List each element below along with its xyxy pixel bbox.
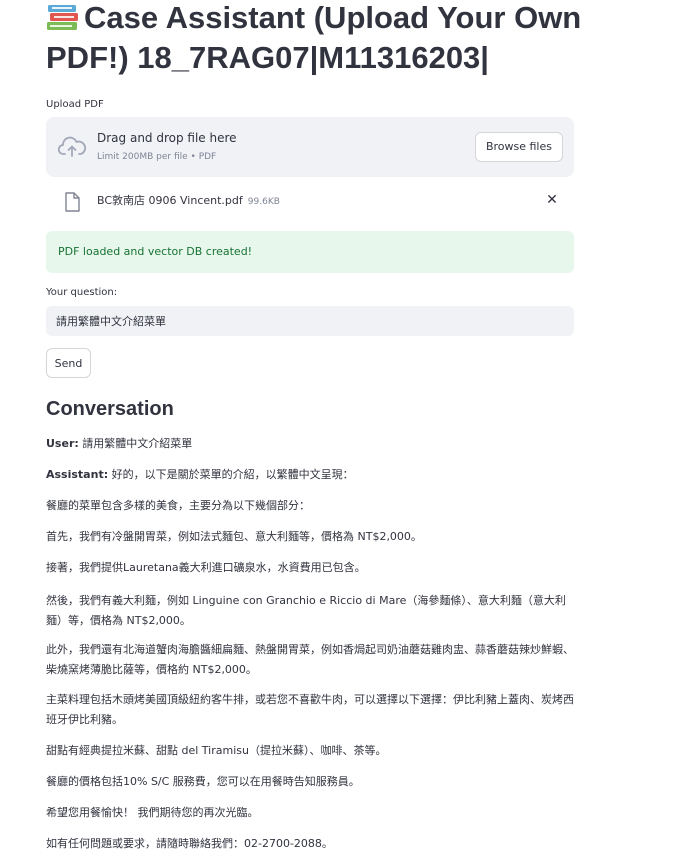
assistant-paragraph: 餐廳的菜單包含多樣的美食，主要分為以下幾個部分： — [46, 499, 310, 512]
assistant-paragraph: 然後，我們有義大利麵，例如 Linguine con Granchio e Ri… — [46, 594, 566, 627]
question-input[interactable] — [46, 306, 574, 336]
upload-label: Upload PDF — [46, 99, 104, 110]
assistant-message-text: 好的，以下是關於菜單的介紹，以繁體中文呈現： — [108, 468, 354, 481]
send-button[interactable]: Send — [46, 348, 91, 378]
user-message-text: 請用繁體中文介紹菜單 — [78, 437, 193, 450]
file-size: 99.6KB — [247, 197, 280, 207]
assistant-paragraph: 希望您用餐愉快！ 我們期待您的再次光臨。 — [46, 806, 259, 819]
cloud-upload-icon — [57, 135, 87, 159]
file-name-text: BC敦南店 0906 Vincent.pdf — [97, 194, 243, 207]
question-label: Your question: — [46, 287, 118, 298]
assistant-paragraph: 此外，我們還有北海道蟹肉海膽醬細扁麵、熱盤開胃菜，例如香焗起司奶油蘑菇雞肉盅、蒜… — [46, 643, 574, 676]
assistant-paragraph: 首先，我們有冷盤開胃菜，例如法式麵包、意大利麵等，價格為 NT$2,000。 — [46, 530, 422, 543]
assistant-paragraph: 如有任何問題或要求，請隨時聯絡我們：02-2700-2088。 — [46, 837, 333, 850]
success-alert: PDF loaded and vector DB created! — [46, 231, 574, 273]
uploaded-file-row: BC敦南店 0906 Vincent.pdf 99.6KB ✕ — [46, 186, 574, 216]
file-icon — [64, 192, 80, 212]
assistant-paragraph: 甜點有經典提拉米蘇、甜點 del Tiramisu（提拉米蘇）、咖啡、茶等。 — [46, 744, 387, 757]
dropzone-limit: Limit 200MB per file • PDF — [97, 152, 217, 162]
conversation-heading: Conversation — [46, 398, 174, 420]
assistant-message: Assistant: 好的，以下是關於菜單的介紹，以繁體中文呈現： — [46, 465, 576, 485]
file-name: BC敦南店 0906 Vincent.pdf 99.6KB — [97, 192, 280, 208]
close-icon[interactable]: ✕ — [544, 192, 560, 208]
user-message: User: 請用繁體中文介紹菜單 — [46, 434, 576, 454]
dropzone-instructions: Drag and drop file here — [97, 131, 237, 145]
assistant-paragraph: 接著，我們提供Lauretana義大利進口礦泉水，水資費用已包含。 — [46, 561, 366, 574]
page-title-text: Case Assistant (Upload Your Own PDF!) 18… — [46, 0, 582, 75]
user-label: User: — [46, 437, 79, 450]
page-title: Case Assistant (Upload Your Own PDF!) 18… — [46, 0, 606, 78]
books-icon — [46, 1, 80, 30]
file-dropzone[interactable]: Drag and drop file here Limit 200MB per … — [46, 117, 574, 177]
browse-files-button[interactable]: Browse files — [474, 132, 563, 162]
assistant-paragraph: 主菜料理包括木頭烤美國頂級紐約客牛排，或若您不喜歡牛肉，可以選擇以下選擇：伊比利… — [46, 693, 574, 726]
assistant-label: Assistant: — [46, 468, 109, 481]
assistant-paragraph: 餐廳的價格包括10% S/C 服務費，您可以在用餐時告知服務員。 — [46, 775, 360, 788]
